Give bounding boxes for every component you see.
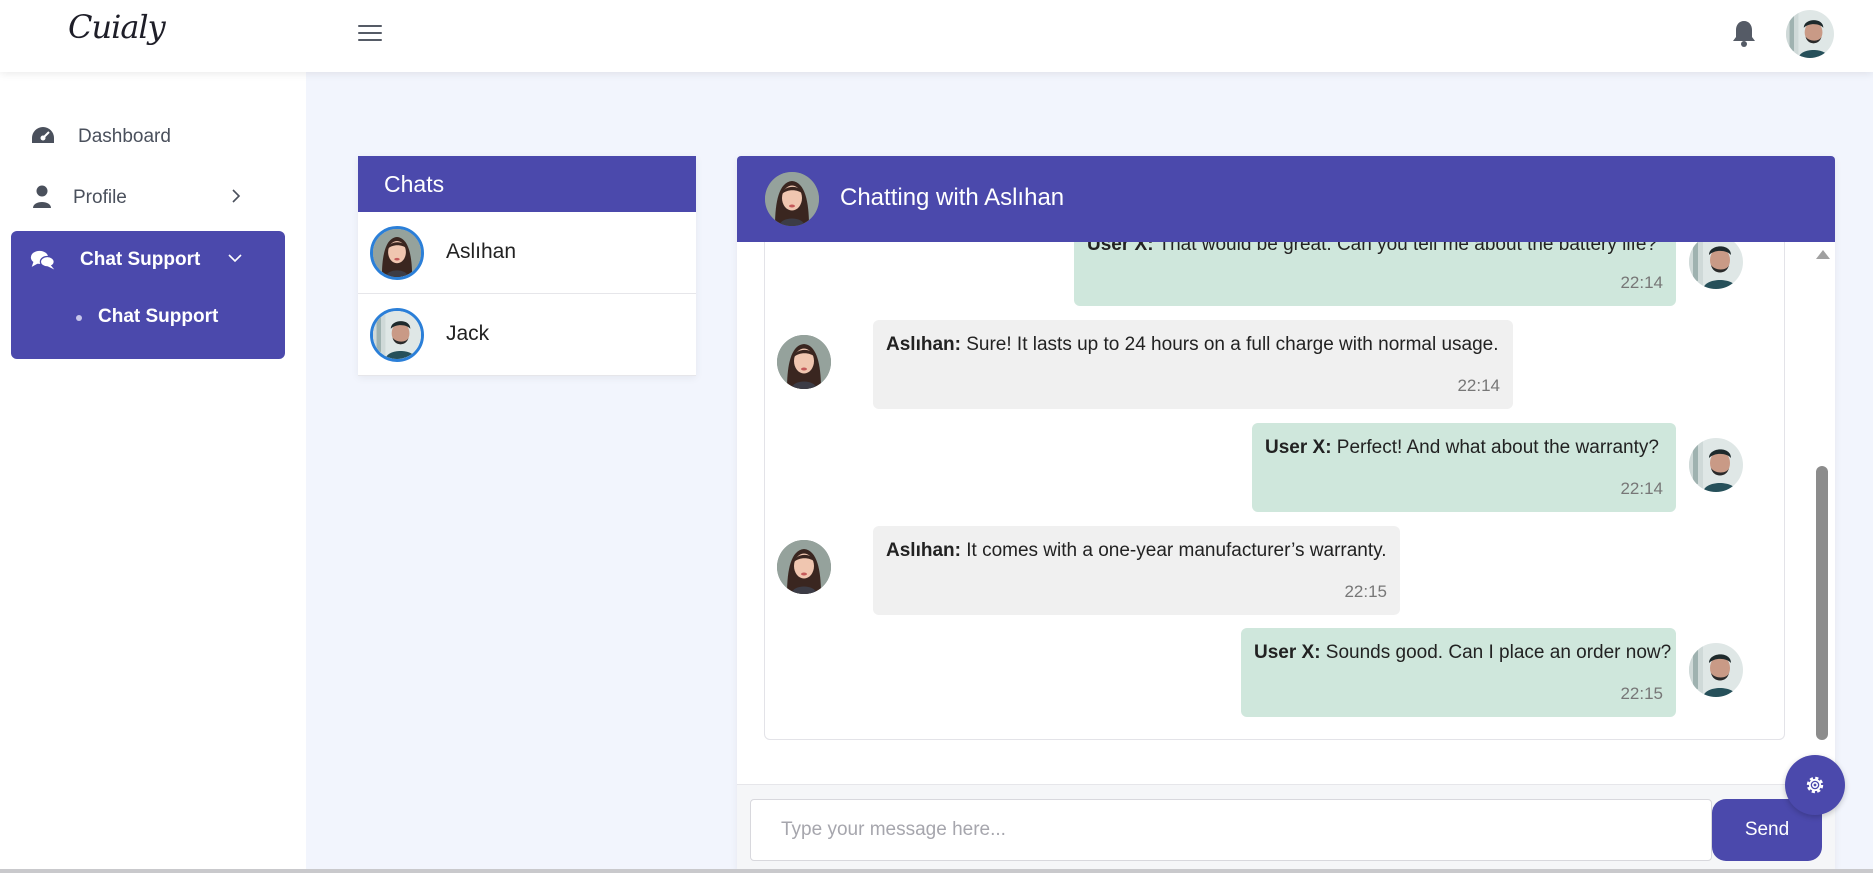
comments-icon: [30, 250, 55, 270]
chat-item-jack[interactable]: Jack: [358, 294, 696, 376]
message-time: 22:15: [1620, 684, 1663, 703]
chat-item-aslihan[interactable]: Aslıhan: [358, 212, 696, 294]
message-list[interactable]: User X: That would be great. Can you tel…: [764, 242, 1785, 740]
top-bar: Cuialy: [0, 0, 1873, 72]
notification-bell-icon[interactable]: [1730, 18, 1758, 48]
message-bubble-incoming: Aslıhan: It comes with a one-year manufa…: [873, 526, 1400, 615]
chats-list-card: Chats Aslıhan Jack: [358, 156, 696, 376]
message-input[interactable]: [750, 799, 1712, 861]
user-avatar[interactable]: [1786, 10, 1834, 58]
chat-item-name: Aslıhan: [446, 240, 517, 263]
sidebar-subitem-label: Chat Support: [98, 306, 219, 327]
chat-item-name: Jack: [446, 322, 490, 345]
avatar: [370, 308, 424, 362]
message-scrollbar[interactable]: [1813, 242, 1831, 770]
message-time: 22:14: [1457, 376, 1500, 395]
message-sender: User X:: [1265, 437, 1332, 458]
scrollbar-thumb[interactable]: [1816, 466, 1828, 740]
message-text: Sure! It lasts up to 24 hours on a full …: [960, 334, 1499, 355]
message-bubble-outgoing: User X: Sounds good. Can I place an orde…: [1241, 628, 1676, 717]
app-logo[interactable]: Cuialy: [68, 8, 166, 46]
scroll-up-arrow-icon[interactable]: [1816, 250, 1830, 259]
avatar: [1689, 438, 1743, 492]
avatar: [370, 226, 424, 280]
avatar: [777, 540, 831, 594]
sidebar-item-label: Chat Support: [80, 249, 201, 270]
chat-title: Chatting with Aslıhan: [840, 184, 1065, 211]
chats-title: Chats: [358, 156, 696, 212]
sidebar-item-profile[interactable]: Profile: [0, 174, 306, 220]
message-time: 22:15: [1344, 582, 1387, 601]
chevron-right-icon: [232, 189, 241, 203]
message-bubble-outgoing: User X: That would be great. Can you tel…: [1074, 242, 1676, 306]
chat-panel: Chatting with Aslıhan User X: That would…: [737, 156, 1835, 873]
message-text: It comes with a one-year manufacturer’s …: [960, 540, 1387, 561]
menu-toggle-icon[interactable]: [358, 22, 384, 44]
user-icon: [33, 185, 51, 208]
avatar: [777, 335, 831, 389]
sidebar-item-label: Profile: [73, 187, 127, 208]
message-sender: Aslıhan:: [886, 540, 961, 561]
gauge-icon: [32, 127, 54, 143]
message-time: 22:14: [1620, 479, 1663, 498]
bullet-dot: [76, 315, 82, 321]
sidebar-item-chat-support[interactable]: Chat Support: [0, 236, 306, 282]
message-composer: Send: [737, 784, 1835, 873]
chat-header: Chatting with Aslıhan: [737, 156, 1835, 242]
settings-button[interactable]: [1785, 755, 1845, 815]
avatar: [765, 172, 819, 226]
message-text: That would be great. Can you tell me abo…: [1153, 242, 1657, 255]
message-bubble-incoming: Aslıhan: Sure! It lasts up to 24 hours o…: [873, 320, 1513, 409]
message-sender: Aslıhan:: [886, 334, 961, 355]
message-bubble-outgoing: User X: Perfect! And what about the warr…: [1252, 423, 1676, 512]
message-text: Sounds good. Can I place an order now?: [1320, 642, 1672, 663]
message-sender: User X:: [1087, 242, 1154, 255]
message-time: 22:14: [1620, 273, 1663, 292]
gear-icon: [1806, 776, 1824, 794]
avatar: [1689, 643, 1743, 697]
sidebar-item-dashboard[interactable]: Dashboard: [0, 113, 306, 159]
message-sender: User X:: [1254, 642, 1321, 663]
sidebar: Dashboard Profile Chat Support Chat Supp…: [0, 72, 306, 873]
sidebar-item-label: Dashboard: [78, 126, 171, 147]
message-text: Perfect! And what about the warranty?: [1331, 437, 1659, 458]
window-bottom-edge: [0, 869, 1873, 873]
avatar: [1689, 242, 1743, 289]
chevron-down-icon: [228, 254, 242, 263]
